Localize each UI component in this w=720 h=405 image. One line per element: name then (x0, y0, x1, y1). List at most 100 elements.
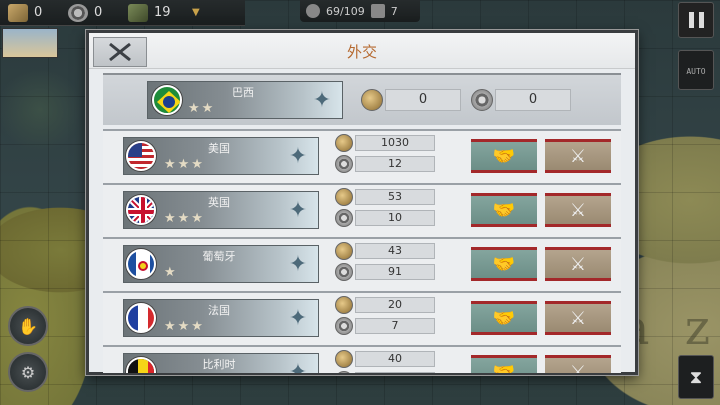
gold-value: 0 (34, 5, 43, 20)
country-row: 葡萄牙 ★ ✦ 43 91 🤝 ⚔ (103, 237, 621, 291)
dropdown-arrow-icon[interactable]: ▼ (192, 7, 200, 18)
country-stars: ★★★ (164, 157, 205, 172)
country-name: 美国 (208, 142, 230, 155)
player-industry: 0 (495, 89, 571, 111)
peace-button[interactable]: 🤝 (471, 301, 537, 335)
country-gold: 53 (355, 189, 435, 205)
peace-button[interactable]: 🤝 (471, 139, 537, 173)
flag-brazil (152, 85, 182, 115)
declare-war-button[interactable]: ⚔ (545, 193, 611, 227)
tech-value: 19 (154, 5, 171, 20)
handshake-icon: 🤝 (492, 253, 516, 275)
country-name: 比利时 (202, 358, 236, 371)
player-name: 巴西 (232, 86, 254, 99)
country-gold: 43 (355, 243, 435, 259)
player-country-row: 巴西 ★★ ✦ 0 0 (103, 73, 621, 125)
gold-icon (335, 242, 353, 260)
hourglass-icon: ⧗ (689, 366, 703, 388)
player-gold: 0 (385, 89, 461, 111)
crossed-swords-icon: ⚔ (569, 361, 587, 374)
country-industry (355, 372, 435, 373)
handshake-icon: 🤝 (492, 361, 516, 374)
card-icon (370, 4, 385, 18)
handshake-icon: 🤝 (492, 145, 516, 167)
book-icon (128, 3, 148, 22)
eagle-emblem-icon: ✦ (288, 306, 308, 331)
declare-war-button[interactable]: ⚔ (545, 301, 611, 335)
gear-icon (68, 3, 88, 22)
country-name: 英国 (208, 196, 230, 209)
gear-icon: ⚙ (20, 362, 36, 382)
country-list[interactable]: 美国 ★★★ ✦ 1030 12 🤝 ⚔ 英国 ★★★ ✦ 53 10 🤝 ⚔ … (103, 129, 621, 373)
auto-button[interactable]: AUTO (678, 50, 714, 90)
country-name: 法国 (208, 304, 230, 317)
player-stars: ★★ (188, 101, 216, 116)
diplomacy-side-button[interactable]: ✋ (8, 306, 48, 346)
country-industry: 12 (355, 156, 435, 172)
country-banner: 葡萄牙 ★ ✦ (123, 245, 319, 283)
country-gold: 1030 (355, 135, 435, 151)
diplomacy-dialog: 外交 巴西 ★★ ✦ 0 0 美国 ★★★ ✦ 1030 12 🤝 ⚔ 英国 ★… (86, 30, 638, 375)
gear-icon (335, 155, 353, 173)
dialog-header: 外交 (89, 33, 635, 69)
minimap-thumbnail[interactable] (2, 28, 58, 58)
resource-industry: 0 (68, 3, 120, 22)
eagle-emblem-icon: ✦ (312, 88, 332, 113)
declare-war-button[interactable]: ⚔ (545, 247, 611, 281)
troops-icon (306, 4, 320, 18)
player-banner: 巴西 ★★ ✦ (147, 81, 343, 119)
gold-icon (361, 89, 383, 111)
auto-label: AUTO (686, 67, 706, 76)
peace-button[interactable]: 🤝 (471, 193, 537, 227)
handshake-icon: ✋ (18, 316, 38, 336)
settings-side-button[interactable]: ⚙ (8, 352, 48, 392)
gold-icon (8, 3, 28, 22)
eagle-emblem-icon: ✦ (288, 198, 308, 223)
crossed-swords-icon: ⚔ (569, 253, 587, 275)
gold-icon (335, 134, 353, 152)
resource-tech: 19 (128, 3, 180, 22)
gear-icon (335, 317, 353, 335)
pause-bar-left (688, 12, 694, 28)
pause-button[interactable] (678, 2, 714, 38)
declare-war-button[interactable]: ⚔ (545, 139, 611, 173)
handshake-icon: 🤝 (492, 199, 516, 221)
flag-usa (126, 141, 156, 171)
eagle-emblem-icon: ✦ (288, 360, 308, 373)
end-turn-button[interactable]: ⧗ (678, 355, 714, 399)
country-banner: 法国 ★★★ ✦ (123, 299, 319, 337)
handshake-icon: 🤝 (492, 307, 516, 329)
army-counter: 69/109 7 (300, 0, 420, 22)
gear-icon (335, 371, 353, 373)
eagle-emblem-icon: ✦ (288, 144, 308, 169)
gear-icon (335, 209, 353, 227)
pause-bar-right (698, 12, 704, 28)
gold-icon (335, 350, 353, 368)
country-stars: ★★★ (164, 319, 205, 334)
crossed-swords-icon: ⚔ (569, 199, 587, 221)
country-banner: 英国 ★★★ ✦ (123, 191, 319, 229)
resource-bar: 0 0 19 ▼ (0, 0, 245, 26)
country-industry: 7 (355, 318, 435, 334)
dialog-title: 外交 (346, 43, 377, 61)
troops-value: 69/109 (326, 4, 365, 18)
gold-icon (335, 188, 353, 206)
declare-war-button[interactable]: ⚔ (545, 355, 611, 373)
country-stars: ★★★ (164, 211, 205, 226)
country-row: 英国 ★★★ ✦ 53 10 🤝 ⚔ (103, 183, 621, 237)
eagle-emblem-icon: ✦ (288, 252, 308, 277)
crossed-swords-icon: ⚔ (569, 145, 587, 167)
crossed-swords-icon: ⚔ (569, 307, 587, 329)
peace-button[interactable]: 🤝 (471, 355, 537, 373)
peace-button[interactable]: 🤝 (471, 247, 537, 281)
country-name: 葡萄牙 (202, 250, 236, 263)
country-gold: 20 (355, 297, 435, 313)
industry-value: 0 (94, 5, 103, 20)
country-industry: 91 (355, 264, 435, 280)
flag-uk (126, 195, 156, 225)
resource-gold: 0 (8, 3, 60, 22)
country-stars: ★ (164, 265, 178, 280)
gear-icon (471, 89, 493, 111)
flag-france (126, 303, 156, 333)
country-gold: 40 (355, 351, 435, 367)
